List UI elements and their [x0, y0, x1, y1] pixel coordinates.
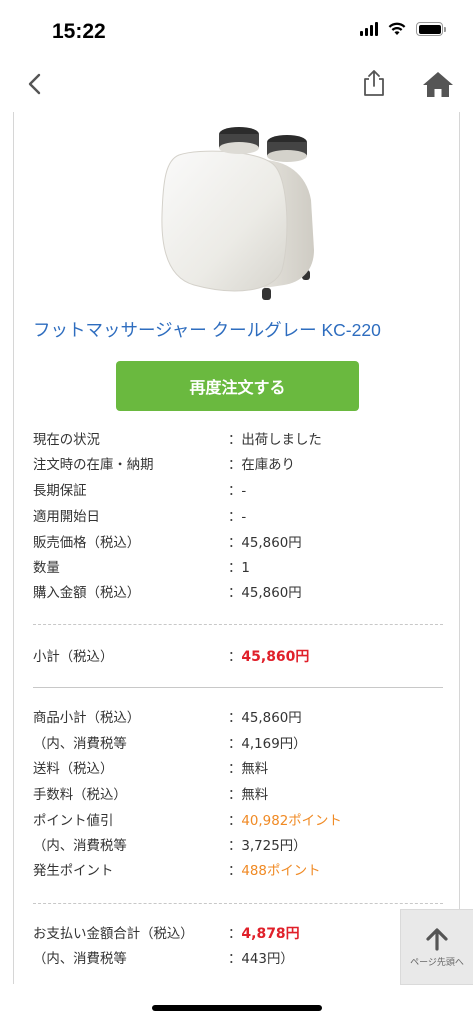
total-row: お支払い金額合計（税込） ：4,878円	[33, 922, 443, 947]
total-value-wrap: ：4,878円	[228, 922, 300, 947]
home-icon[interactable]	[422, 70, 454, 98]
detail-label: 現在の状況	[33, 433, 100, 448]
detail-value: ：-	[228, 510, 247, 525]
subtotal-value-wrap: ：45,860円	[228, 645, 309, 670]
order-detail-card: フットマッサージャー クールグレー KC-220 再度注文する 現在の状況 ：出…	[13, 112, 460, 984]
reorder-button[interactable]: 再度注文する	[116, 361, 359, 411]
breakdown-row-point-discount: ポイント値引 ：40,982ポイント	[33, 809, 443, 834]
breakdown-colon: ：	[228, 864, 242, 879]
total-tax-row: （内、消費税等 ：443円）	[33, 947, 443, 972]
total-label: お支払い金額合計（税込）	[33, 927, 194, 942]
status-icons	[360, 22, 446, 36]
home-indicator[interactable]	[152, 1005, 322, 1011]
share-icon[interactable]	[360, 68, 388, 98]
detail-label: 購入金額（税込）	[33, 586, 141, 601]
total-colon: ：	[228, 927, 242, 942]
total-value: 4,878円	[241, 926, 300, 942]
detail-label: 数量	[33, 561, 60, 576]
subtotal-colon: ：	[228, 650, 242, 665]
product-title-link[interactable]: フットマッサージャー クールグレー KC-220	[33, 317, 381, 342]
breakdown-value-wrap: ：40,982ポイント	[228, 809, 342, 834]
breakdown-colon: ：	[228, 814, 242, 829]
breakdown-value: ：3,725円）	[228, 839, 307, 854]
detail-row-purchase-amount: 購入金額（税込） ：45,860円	[33, 581, 443, 606]
detail-label: 注文時の在庫・納期	[33, 458, 154, 473]
detail-row-quantity: 数量 ：1	[33, 556, 443, 581]
page-top-button[interactable]: ページ先頭へ	[400, 909, 473, 985]
detail-row-start-date: 適用開始日 ：-	[33, 505, 443, 530]
detail-label: 販売価格（税込）	[33, 536, 141, 551]
detail-row-stock: 注文時の在庫・納期 ：在庫あり	[33, 453, 443, 478]
nav-bar	[0, 60, 473, 110]
point-discount-value: 40,982ポイント	[241, 814, 342, 829]
breakdown-value: ：45,860円	[228, 711, 302, 726]
detail-row-sale-price: 販売価格（税込） ：45,860円	[33, 531, 443, 556]
page-top-label: ページ先頭へ	[410, 957, 464, 968]
breakdown-row-fee: 手数料（税込） ：無料	[33, 783, 443, 808]
breakdown-value-wrap: ：488ポイント	[228, 859, 321, 884]
detail-value: ：45,860円	[228, 586, 302, 601]
section-divider	[33, 903, 443, 904]
earned-points-value: 488ポイント	[241, 864, 321, 879]
subtotal-value: 45,860円	[241, 649, 310, 665]
status-time: 15:22	[52, 20, 106, 43]
detail-row-status: 現在の状況 ：出荷しました	[33, 428, 443, 453]
back-chevron-icon[interactable]	[22, 70, 50, 98]
breakdown-value: ：無料	[228, 788, 269, 803]
section-divider	[33, 687, 443, 688]
breakdown-row-shipping: 送料（税込） ：無料	[33, 757, 443, 782]
detail-label: 長期保証	[33, 484, 87, 499]
section-divider	[33, 624, 443, 625]
subtotal-row: 小計（税込） ：45,860円	[33, 645, 443, 670]
breakdown-label: （内、消費税等	[33, 839, 127, 854]
breakdown-label: 商品小計（税込）	[33, 711, 141, 726]
breakdown-value: ：4,169円）	[228, 737, 307, 752]
product-image	[161, 127, 314, 300]
wifi-icon	[388, 22, 406, 35]
detail-row-warranty: 長期保証 ：-	[33, 479, 443, 504]
breakdown-value: ：無料	[228, 762, 269, 777]
status-bar: 15:22	[0, 0, 473, 60]
breakdown-label: （内、消費税等	[33, 737, 127, 752]
breakdown-label: 手数料（税込）	[33, 788, 127, 803]
cellular-signal-icon	[360, 22, 378, 36]
battery-icon	[416, 22, 446, 36]
breakdown-row-earned-points: 発生ポイント ：488ポイント	[33, 859, 443, 884]
detail-value: ：1	[228, 561, 250, 576]
breakdown-row-tax: （内、消費税等 ：4,169円）	[33, 732, 443, 757]
detail-value: ：出荷しました	[228, 433, 322, 448]
total-tax-label: （内、消費税等	[33, 952, 127, 967]
subtotal-label: 小計（税込）	[33, 650, 114, 665]
breakdown-label: ポイント値引	[33, 814, 114, 829]
detail-value: ：在庫あり	[228, 458, 295, 473]
detail-value: ：-	[228, 484, 247, 499]
detail-value: ：45,860円	[228, 536, 302, 551]
breakdown-label: 送料（税込）	[33, 762, 114, 777]
breakdown-label: 発生ポイント	[33, 864, 114, 879]
arrow-up-icon	[426, 927, 448, 951]
breakdown-row-point-tax: （内、消費税等 ：3,725円）	[33, 834, 443, 859]
breakdown-row-item-subtotal: 商品小計（税込） ：45,860円	[33, 706, 443, 731]
detail-label: 適用開始日	[33, 510, 100, 525]
total-tax-value: ：443円）	[228, 952, 294, 967]
